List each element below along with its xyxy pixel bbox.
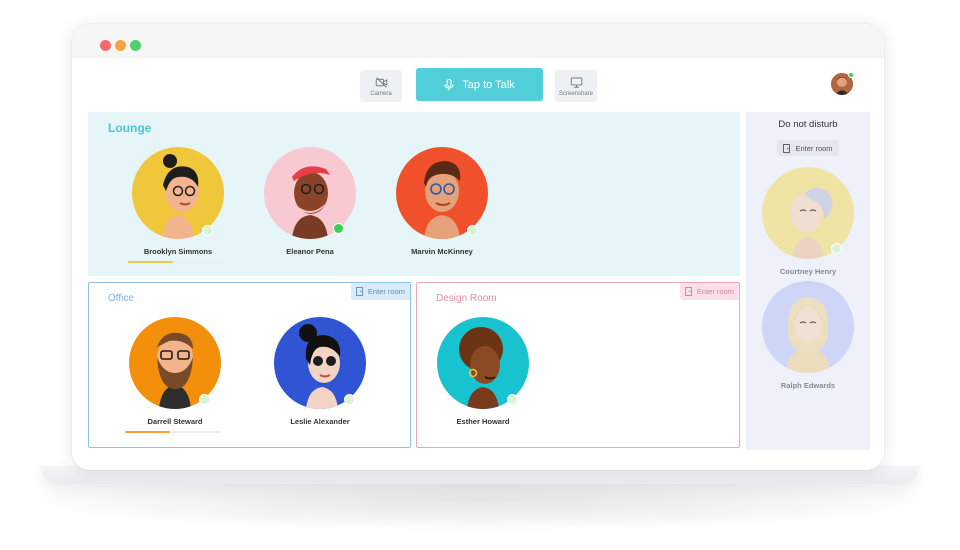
office-enter-room-button[interactable]: Enter room xyxy=(350,283,410,300)
speaking-level-fill xyxy=(125,431,170,433)
enter-room-label: Enter room xyxy=(367,287,405,296)
participant-name: Eleanor Pena xyxy=(286,247,334,256)
do-not-disturb-panel: Do not disturb Enter room Courtney Henry xyxy=(746,112,870,450)
mic-status-icon xyxy=(199,394,210,405)
door-icon xyxy=(684,287,692,296)
tap-to-talk-button[interactable]: Tap to Talk xyxy=(416,68,543,101)
door-icon xyxy=(355,287,363,296)
screenshare-button[interactable]: Screenshare xyxy=(555,70,597,102)
participant-name: Leslie Alexander xyxy=(290,417,350,426)
speaking-level-bar xyxy=(128,261,223,263)
screenshare-label: Screenshare xyxy=(558,90,594,97)
mic-status-icon xyxy=(831,243,842,254)
participant-name: Esther Howard xyxy=(456,417,510,426)
mic-status-icon xyxy=(507,394,518,405)
enter-room-label: Enter room xyxy=(696,287,734,296)
participant-name: Brooklyn Simmons xyxy=(143,247,213,256)
participant-name: Marvin McKinney xyxy=(411,247,473,256)
participant-name: Darrell Steward xyxy=(147,417,203,426)
enter-room-label: Enter room xyxy=(795,143,833,153)
minimize-window-button[interactable] xyxy=(115,40,126,51)
mic-status-icon xyxy=(202,225,213,236)
avatar-illustration xyxy=(762,281,854,373)
online-status-dot xyxy=(848,72,854,78)
maximize-window-button[interactable] xyxy=(130,40,141,51)
design-room-title: Design Room xyxy=(436,293,497,304)
design-enter-room-button[interactable]: Enter room xyxy=(679,283,739,300)
camera-label: Camera xyxy=(370,90,392,97)
do-not-disturb-title: Do not disturb xyxy=(778,119,838,130)
close-window-button[interactable] xyxy=(100,40,111,51)
office-title: Office xyxy=(108,293,134,304)
speaking-level-bar xyxy=(125,431,220,433)
avatar xyxy=(762,281,854,373)
design-room[interactable]: Design Room Enter room Esther Howard xyxy=(416,282,740,448)
speaking-level-fill xyxy=(128,261,173,263)
mic-status-icon xyxy=(467,225,478,236)
mic-status-icon xyxy=(344,394,355,405)
participant-name: Courtney Henry xyxy=(779,267,837,276)
video-off-icon xyxy=(375,76,387,88)
camera-button[interactable]: Camera xyxy=(360,70,402,102)
online-status-icon xyxy=(333,223,344,234)
monitor-icon xyxy=(570,77,582,88)
app-window: Camera Tap to Talk Screenshare Lounge Br… xyxy=(72,24,884,470)
lounge-room[interactable]: Lounge Brooklyn Simmons Eleanor Pena Mar… xyxy=(88,112,740,276)
office-room[interactable]: Office Enter room Darrell Steward Leslie… xyxy=(88,282,411,448)
title-bar xyxy=(72,24,884,58)
door-icon xyxy=(783,143,791,153)
participant-name: Ralph Edwards xyxy=(780,381,836,390)
lounge-title: Lounge xyxy=(108,121,152,135)
dnd-enter-room-button[interactable]: Enter room xyxy=(777,140,839,156)
tap-to-talk-label: Tap to Talk xyxy=(462,78,515,91)
microphone-icon xyxy=(444,78,454,90)
